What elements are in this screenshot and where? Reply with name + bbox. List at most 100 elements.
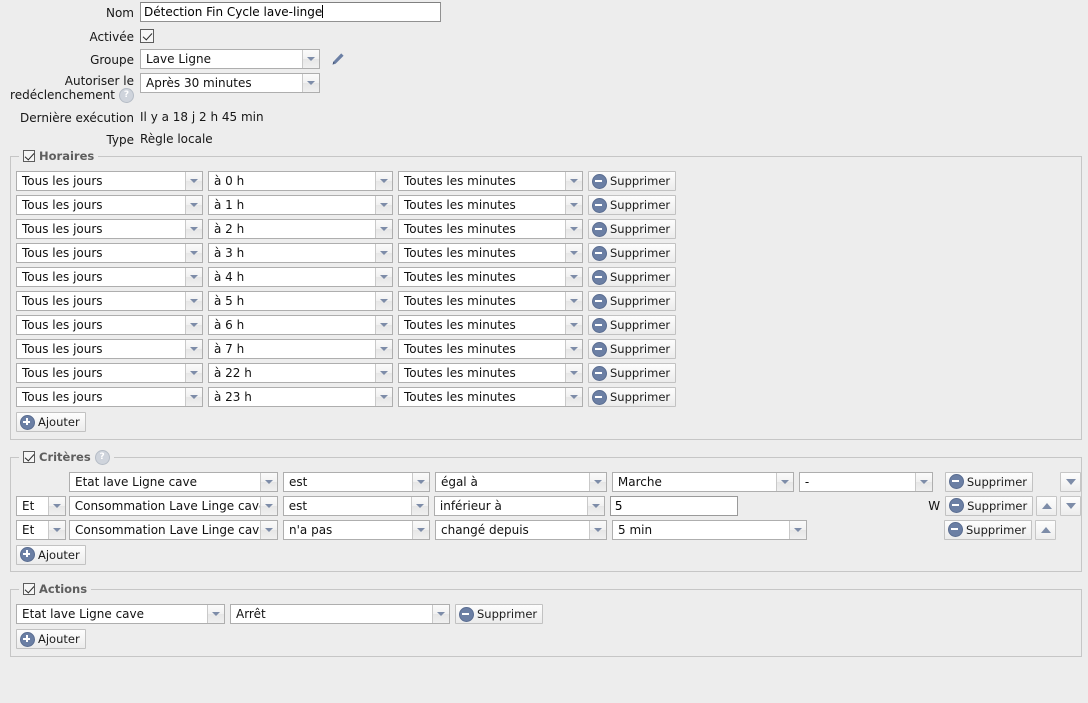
delete-button[interactable]: Supprimer [945,495,1034,516]
criteres-verb-select-button[interactable] [412,520,429,539]
horaires-day-select[interactable]: Tous les jours [16,171,203,191]
horaires-hour-select-button[interactable] [375,340,392,358]
horaires-checkbox[interactable] [23,150,35,162]
horaires-hour-select[interactable]: à 0 h [208,171,393,191]
redeclenchement-select[interactable]: Après 30 minutes [140,73,320,93]
horaires-hour-select-button[interactable] [375,220,392,238]
horaires-hour-select-button[interactable] [375,172,392,190]
horaires-minute-select[interactable]: Toutes les minutes [398,339,583,359]
redeclenchement-select-button[interactable] [302,74,319,92]
horaires-day-select-button[interactable] [185,316,202,334]
criteres-source-select-button[interactable] [260,520,277,539]
delete-button[interactable]: Supprimer [588,243,677,263]
horaires-hour-select[interactable]: à 1 h [208,195,393,215]
delete-button[interactable]: Supprimer [455,604,544,624]
actions-add-button[interactable]: Ajouter [16,629,86,649]
horaires-day-select-button[interactable] [185,268,202,286]
nom-input[interactable]: Détection Fin Cycle lave-linge [140,2,441,22]
horaires-hour-select[interactable]: à 3 h [208,243,393,263]
horaires-day-select-button[interactable] [185,340,202,358]
horaires-minute-select-button[interactable] [565,196,582,214]
help-icon-redeclenchement[interactable]: ? [119,88,134,103]
horaires-add-button[interactable]: Ajouter [16,412,86,432]
delete-button[interactable]: Supprimer [588,219,677,239]
criteres-operator-select-button[interactable] [48,520,65,539]
horaires-hour-select-button[interactable] [375,316,392,334]
criteres-checkbox[interactable] [23,451,35,463]
actions-target-select[interactable]: Etat lave Ligne cave [16,604,225,624]
delete-button[interactable]: Supprimer [944,519,1033,540]
criteres-source-select-button[interactable] [259,496,277,515]
actions-command-select-button[interactable] [432,605,449,623]
criteres-source-select[interactable]: Consommation Lave Linge cave [68,495,278,516]
horaires-day-select-button[interactable] [185,388,202,406]
horaires-day-select-button[interactable] [185,172,202,190]
horaires-minute-select-button[interactable] [565,220,582,238]
horaires-hour-select-button[interactable] [375,268,392,286]
delete-button[interactable]: Supprimer [588,339,677,359]
actions-checkbox[interactable] [23,583,35,595]
horaires-hour-select[interactable]: à 2 h [208,219,393,239]
criteres-source-select[interactable]: Consommation Lave Linge cave [69,519,278,540]
horaires-day-select-button[interactable] [185,220,202,238]
horaires-day-select-button[interactable] [185,196,202,214]
horaires-day-select[interactable]: Tous les jours [16,267,203,287]
delete-button[interactable]: Supprimer [588,363,677,383]
horaires-hour-select[interactable]: à 6 h [208,315,393,335]
actions-command-select[interactable]: Arrêt [230,604,450,624]
horaires-hour-select[interactable]: à 4 h [208,267,393,287]
move-down-button[interactable] [1060,471,1081,492]
criteres-verb-select[interactable]: n'a pas [283,519,430,540]
criteres-extra-select[interactable]: - [798,471,933,492]
criteres-extra-select-button[interactable] [914,472,932,491]
horaires-minute-select-button[interactable] [565,364,582,382]
horaires-minute-select[interactable]: Toutes les minutes [398,195,583,215]
move-up-button[interactable] [1035,519,1057,540]
delete-button[interactable]: Supprimer [588,387,677,407]
criteres-verb-select-button[interactable] [410,496,428,515]
horaires-minute-select[interactable]: Toutes les minutes [398,387,583,407]
criteres-operator-select[interactable]: Et [16,495,66,516]
criteres-comparator-select-button[interactable] [588,472,606,491]
criteres-value-select[interactable]: 5 min [612,519,807,540]
activee-checkbox[interactable] [140,29,154,43]
pencil-icon[interactable] [330,51,346,67]
horaires-hour-select-button[interactable] [375,364,392,382]
horaires-day-select[interactable]: Tous les jours [16,195,203,215]
move-down-button[interactable] [1060,495,1081,516]
horaires-day-select[interactable]: Tous les jours [16,315,203,335]
groupe-select-button[interactable] [302,50,319,68]
criteres-comparator-select-button[interactable] [589,520,606,539]
horaires-minute-select[interactable]: Toutes les minutes [398,171,583,191]
criteres-comparator-select[interactable]: égal à [434,471,607,492]
horaires-minute-select[interactable]: Toutes les minutes [398,267,583,287]
delete-button[interactable]: Supprimer [588,291,677,311]
horaires-minute-select-button[interactable] [565,268,582,286]
delete-button[interactable]: Supprimer [588,267,677,287]
horaires-minute-select[interactable]: Toutes les minutes [398,219,583,239]
horaires-hour-select-button[interactable] [375,196,392,214]
horaires-minute-select[interactable]: Toutes les minutes [398,243,583,263]
horaires-minute-select-button[interactable] [565,340,582,358]
criteres-verb-select[interactable]: est [282,495,429,516]
horaires-minute-select-button[interactable] [565,316,582,334]
horaires-minute-select[interactable]: Toutes les minutes [398,315,583,335]
actions-target-select-button[interactable] [207,605,224,623]
horaires-minute-select-button[interactable] [565,388,582,406]
horaires-hour-select-button[interactable] [375,388,392,406]
horaires-minute-select-button[interactable] [565,244,582,262]
horaires-day-select[interactable]: Tous les jours [16,243,203,263]
horaires-hour-select[interactable]: à 22 h [208,363,393,383]
horaires-minute-select-button[interactable] [565,292,582,310]
horaires-minute-select[interactable]: Toutes les minutes [398,363,583,383]
horaires-day-select[interactable]: Tous les jours [16,363,203,383]
criteres-operator-select[interactable]: Et [16,519,66,540]
criteres-source-select-button[interactable] [259,472,277,491]
help-icon-criteres[interactable]: ? [94,449,110,465]
delete-button[interactable]: Supprimer [588,195,677,215]
criteres-verb-select[interactable]: est [282,471,430,492]
horaires-day-select-button[interactable] [185,364,202,382]
horaires-minute-select-button[interactable] [565,172,582,190]
delete-button[interactable]: Supprimer [588,171,677,191]
criteres-add-button[interactable]: Ajouter [16,544,86,565]
